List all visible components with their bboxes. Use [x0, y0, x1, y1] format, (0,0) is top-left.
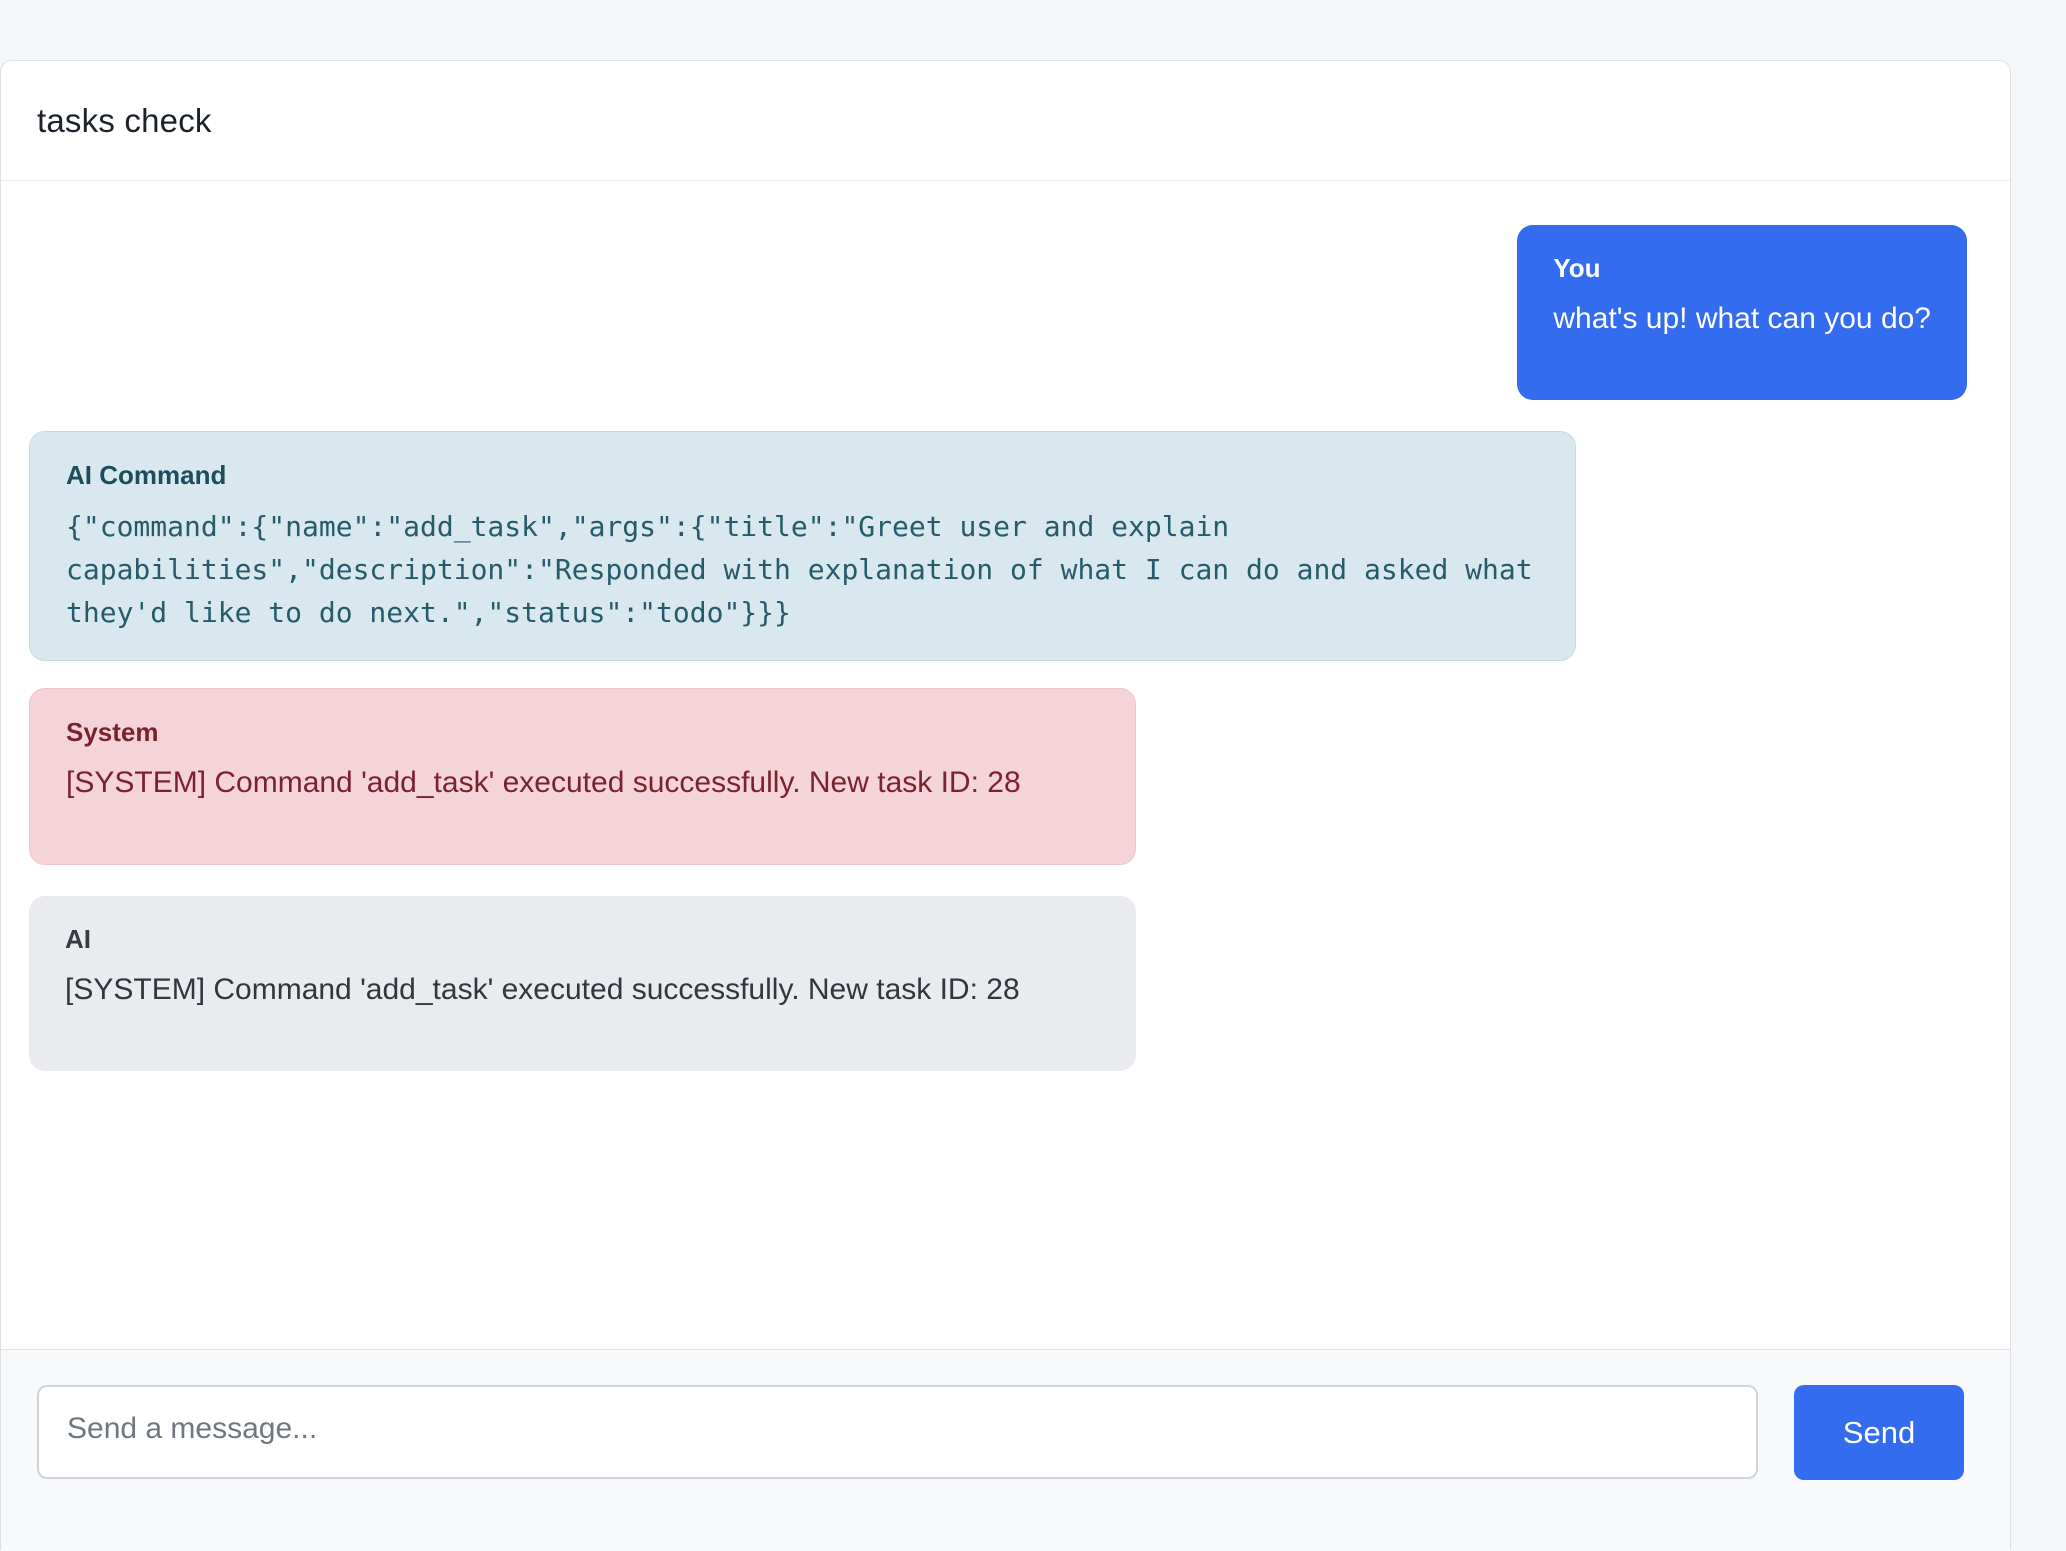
message-role-label: AI Command — [66, 460, 1545, 491]
send-button[interactable]: Send — [1794, 1385, 1964, 1480]
message-command-json: {"command":{"name":"add_task","args":{"t… — [66, 505, 1545, 634]
message-bubble-user: You what's up! what can you do? — [1517, 225, 1967, 400]
chat-title: tasks check — [37, 102, 212, 140]
page-root: { "header": { "title": "tasks check" }, … — [0, 0, 2066, 1480]
composer: Send — [1, 1349, 2010, 1551]
message-role-label: AI — [65, 924, 1100, 955]
message-text: [SYSTEM] Command 'add_task' executed suc… — [65, 971, 1100, 1009]
message-text: [SYSTEM] Command 'add_task' executed suc… — [66, 764, 1099, 802]
chat-card: tasks check You what's up! what can you … — [0, 60, 2011, 1550]
message-input[interactable] — [37, 1385, 1758, 1479]
message-bubble-ai: AI [SYSTEM] Command 'add_task' executed … — [29, 896, 1136, 1071]
message-role-label: System — [66, 717, 1099, 748]
message-text: what's up! what can you do? — [1553, 300, 1931, 338]
message-role-label: You — [1553, 253, 1931, 284]
message-bubble-system: System [SYSTEM] Command 'add_task' execu… — [29, 688, 1136, 865]
message-bubble-ai-command: AI Command {"command":{"name":"add_task"… — [29, 431, 1576, 661]
message-list[interactable]: You what's up! what can you do? AI Comma… — [1, 181, 2010, 1349]
chat-header: tasks check — [1, 61, 2010, 181]
